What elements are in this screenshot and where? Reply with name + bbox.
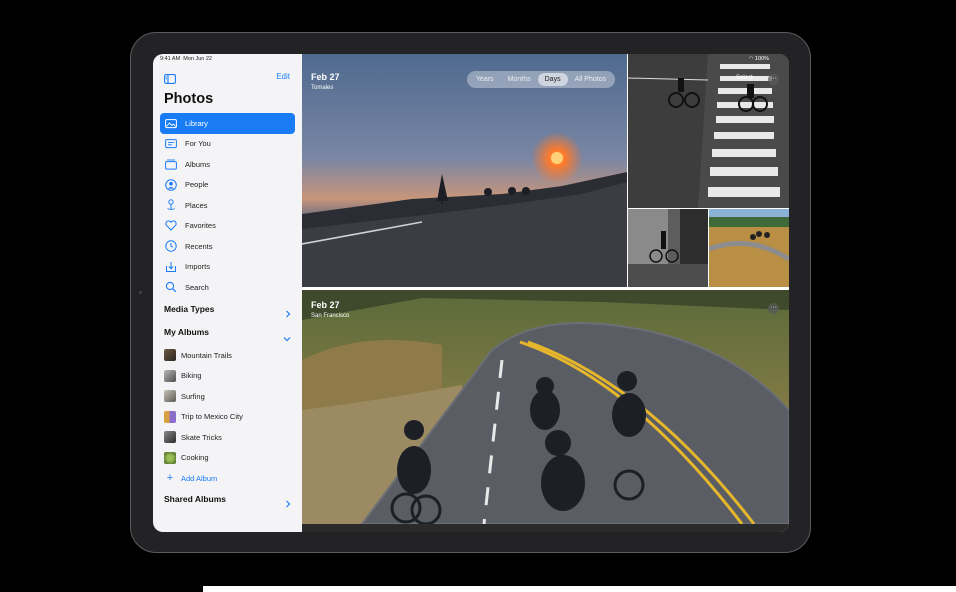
album-label: Cooking (181, 453, 209, 463)
photo-tile-tunnel[interactable] (628, 209, 708, 287)
status-date: Mon Jun 22 (183, 56, 212, 62)
battery-label: 100% (754, 56, 769, 62)
for-you-icon (165, 138, 177, 150)
sidebar-item-people[interactable]: People (160, 175, 295, 196)
day-date: Feb 27 (311, 300, 340, 310)
album-item-biking[interactable]: Biking (164, 366, 292, 387)
sidebar-nav: Library For You Albums People Places Fav… (160, 113, 295, 298)
sidebar-item-label: Recents (185, 241, 213, 251)
screen: 9:41 AM Mon Jun 22 Edit Photos Library F… (153, 54, 789, 532)
album-label: Trip to Mexico City (181, 412, 243, 422)
sidebar-item-places[interactable]: Places (160, 195, 295, 216)
day-place: San Francisco (311, 313, 350, 319)
people-icon (165, 178, 177, 191)
more-icon[interactable]: ··· (768, 303, 779, 314)
album-item-cooking[interactable]: Cooking (164, 448, 292, 469)
photo-image (302, 290, 789, 524)
wifi-icon: ◠ (748, 56, 754, 62)
places-icon (165, 199, 177, 211)
sidebar-item-search[interactable]: Search (160, 277, 295, 298)
album-label: Mountain Trails (181, 350, 232, 360)
album-label: Skate Tricks (181, 432, 222, 442)
photo-tile-hills[interactable] (709, 209, 789, 287)
add-album-label: Add Album (181, 473, 218, 483)
photo-grid: Feb 27 Tomales Years Months Days All Pho… (302, 54, 789, 532)
album-item-surfing[interactable]: Surfing (164, 386, 292, 407)
plus-icon: + (166, 472, 174, 485)
sidebar-item-label: Places (185, 200, 208, 210)
album-thumbnail (164, 451, 176, 464)
sidebar-item-favorites[interactable]: Favorites (160, 216, 295, 237)
album-label: Biking (181, 371, 202, 381)
album-thumbnail (164, 431, 176, 444)
sidebar: 9:41 AM Mon Jun 22 Edit Photos Library F… (153, 54, 303, 532)
media-types-header[interactable]: Media Types (164, 304, 214, 314)
segment-months[interactable]: Months (501, 73, 538, 86)
day-header-tomales: Feb 27 Tomales (311, 72, 340, 91)
sidebar-item-label: Albums (185, 159, 211, 169)
photo-image (628, 54, 789, 208)
clock-icon (165, 240, 177, 252)
sidebar-item-label: Search (185, 282, 209, 292)
sidebar-item-recents[interactable]: Recents (160, 236, 295, 257)
select-button[interactable]: Select (736, 75, 753, 81)
sidebar-item-albums[interactable]: Albums (160, 154, 295, 175)
view-segmented-control: Years Months Days All Photos (467, 71, 616, 88)
photo-row-partial (302, 524, 789, 532)
album-label: Surfing (181, 391, 205, 401)
chevron-right-icon[interactable] (285, 305, 291, 323)
photo-tile-riders[interactable] (302, 290, 789, 524)
photo-image (628, 209, 708, 287)
album-item-mountain-trails[interactable]: Mountain Trails (164, 345, 292, 366)
sidebar-item-label: For You (185, 139, 211, 149)
sidebar-item-label: Imports (185, 262, 211, 272)
camera-dot (139, 291, 142, 294)
photo-tile-crosswalk[interactable] (628, 54, 789, 208)
status-time-date: 9:41 AM Mon Jun 22 (160, 56, 212, 62)
heart-icon (165, 220, 177, 232)
album-item-trip-to-mexico-city[interactable]: Trip to Mexico City (164, 407, 292, 428)
album-thumbnail (164, 390, 176, 403)
sidebar-item-imports[interactable]: Imports (160, 257, 295, 278)
bottom-strip (203, 586, 956, 592)
status-battery: ◠ 100% (749, 56, 769, 62)
album-item-skate-tricks[interactable]: Skate Tricks (164, 427, 292, 448)
segment-days[interactable]: Days (537, 73, 568, 86)
album-thumbnail (164, 410, 176, 423)
more-icon[interactable]: ··· (768, 74, 779, 85)
page-title: Photos (164, 91, 214, 107)
search-icon (165, 281, 177, 293)
sidebar-toggle-icon[interactable] (164, 71, 176, 84)
shared-albums-header[interactable]: Shared Albums (164, 494, 226, 504)
add-album-button[interactable]: + Add Album (164, 468, 292, 489)
edit-button[interactable]: Edit (276, 72, 290, 81)
sidebar-item-label: Favorites (185, 221, 216, 231)
my-albums-header[interactable]: My Albums (164, 327, 209, 337)
day-place: Tomales (311, 85, 334, 91)
photo-library-icon (165, 117, 177, 129)
status-time: 9:41 AM (160, 56, 181, 62)
album-list: Mountain Trails Biking Surfing Trip to M… (164, 345, 292, 489)
day-date: Feb 27 (311, 72, 340, 82)
albums-icon (165, 158, 177, 170)
sidebar-item-library[interactable]: Library (160, 113, 295, 134)
day-header-san-francisco: Feb 27 San Francisco (311, 300, 349, 319)
import-icon (165, 261, 177, 273)
photo-image (302, 54, 627, 287)
segment-years[interactable]: Years (469, 73, 501, 86)
chevron-right-icon[interactable] (285, 495, 291, 513)
segment-all-photos[interactable]: All Photos (568, 73, 614, 86)
sidebar-item-for-you[interactable]: For You (160, 134, 295, 155)
photo-image (709, 209, 789, 287)
photo-tile-sunset[interactable] (302, 54, 627, 287)
album-thumbnail (164, 349, 176, 362)
album-thumbnail (164, 369, 176, 382)
sidebar-item-label: Library (185, 118, 208, 128)
sidebar-item-label: People (185, 180, 209, 190)
